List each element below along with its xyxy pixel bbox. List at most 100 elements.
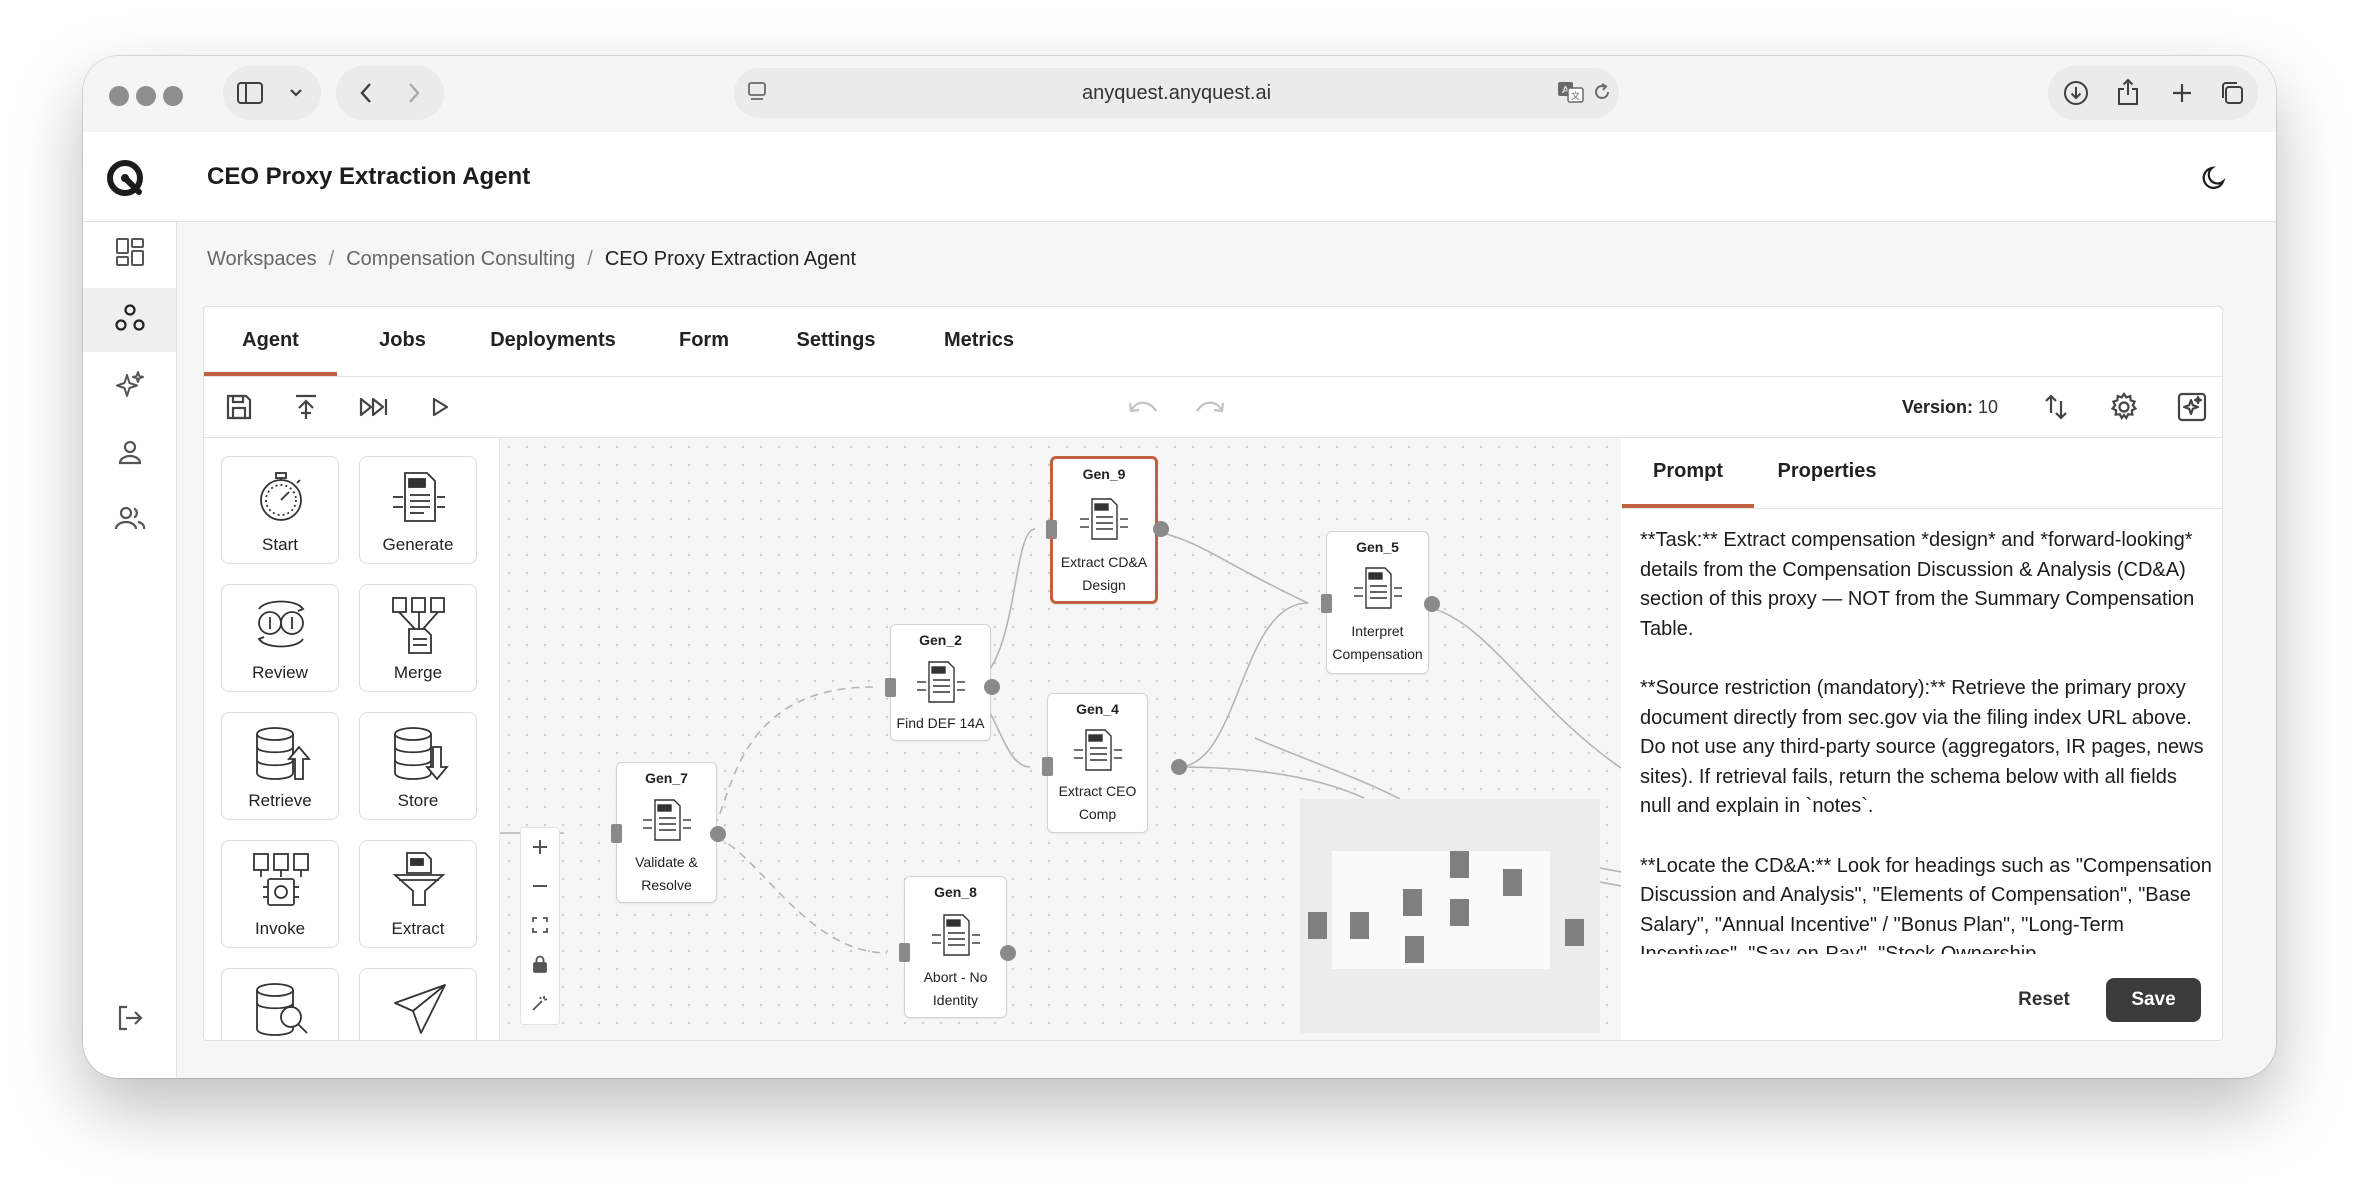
node-id: Gen_9 [1082,466,1126,482]
zoom-window-button[interactable] [163,86,183,106]
breadcrumb-separator: / [328,248,335,270]
sidebar-item-ai[interactable] [83,355,176,419]
sort-arrows-icon[interactable] [2038,389,2074,425]
workflow-node-gen-8[interactable]: Gen_8 Abort - No Identity [904,876,1007,1018]
node-output-handle[interactable] [1171,759,1187,775]
workflow-node-gen-9[interactable]: Gen_9 Extract CD&A Design [1050,456,1158,604]
reload-icon[interactable] [1590,80,1614,104]
tab-form[interactable]: Form [669,307,739,376]
breadcrumb: Workspaces / Compensation Consulting / CEO P… [207,248,856,271]
tab-bar: Agent Jobs Deployments Form Settings Met… [204,307,2222,377]
node-output-handle[interactable] [1153,521,1169,537]
sidebar-item-agents[interactable] [83,288,176,352]
tab-overview-icon[interactable] [2218,79,2246,107]
lock-icon[interactable] [521,945,559,983]
breadcrumb-workspaces[interactable]: Workspaces [207,248,317,270]
minimap-node [1503,869,1522,896]
undo-icon[interactable] [1125,389,1161,425]
magic-wand-icon[interactable] [521,984,559,1022]
sidebar-icon[interactable] [237,80,263,106]
sidebar-item-team[interactable] [83,488,176,552]
app-logo[interactable] [105,158,145,198]
palette-generate[interactable]: Generate [359,456,477,564]
palette-review[interactable]: Review [221,584,339,692]
main-content: Workspaces / Compensation Consulting / CEO P… [177,222,2276,1078]
sparkles-icon [114,369,146,406]
sidebar-item-dashboard[interactable] [83,222,176,286]
tab-metrics[interactable]: Metrics [934,307,1024,376]
node-output-handle[interactable] [984,679,1000,695]
node-input-handle[interactable] [1042,757,1053,776]
share-icon[interactable] [2114,77,2142,107]
save-icon[interactable] [221,389,257,425]
workflow-node-gen-7[interactable]: Gen_7 Validate & Resolve [616,762,717,903]
minimap-node [1565,919,1584,946]
run-icon[interactable] [422,389,458,425]
tab-prompt[interactable]: Prompt [1622,438,1754,508]
palette-store[interactable]: Store [359,712,477,820]
workflow-node-gen-5[interactable]: Gen_5 Interpret Compensation [1326,531,1429,674]
zoom-out-icon[interactable] [521,867,559,905]
run-all-icon[interactable] [355,389,391,425]
reset-button[interactable]: Reset [1998,978,2090,1022]
tab-deployments[interactable]: Deployments [489,307,617,376]
palette-invoke[interactable]: Invoke [221,840,339,948]
node-input-handle[interactable] [899,943,910,962]
tab-properties[interactable]: Properties [1762,438,1892,508]
sidebar-item-profile[interactable] [83,422,176,486]
node-output-handle[interactable] [1424,596,1440,612]
send-paper-plane-icon [394,984,446,1034]
sidebar-item-logout[interactable] [83,988,176,1052]
new-tab-icon[interactable] [2168,79,2196,107]
address-bar[interactable]: anyquest.anyquest.ai [734,68,1619,118]
ai-assistant-icon[interactable] [2174,389,2210,425]
palette-extract[interactable]: Extract [359,840,477,948]
palette-retrieve[interactable]: Retrieve [221,712,339,820]
node-label-line: Resolve [641,877,692,893]
workflow-canvas[interactable]: Gen_9 Extract CD&A Design Gen_5 Interpre… [500,438,1621,1040]
palette-start[interactable]: Start [221,456,339,564]
node-label-line: Find DEF 14A [896,715,985,731]
tab-agent[interactable]: Agent [204,307,337,376]
page-layout-icon[interactable] [745,80,769,104]
forward-arrow-icon[interactable] [400,79,428,107]
node-id: Gen_4 [1076,701,1119,717]
dark-mode-toggle-icon[interactable] [2199,162,2231,194]
dashboard-icon [115,237,145,272]
node-label-line: Extract CD&A [1060,554,1148,570]
palette-merge[interactable]: Merge [359,584,477,692]
tab-jobs[interactable]: Jobs [368,307,437,376]
node-id: Gen_2 [919,632,962,648]
minimize-window-button[interactable] [136,86,156,106]
publish-icon[interactable] [288,389,324,425]
canvas-minimap[interactable] [1300,799,1600,1033]
node-label-line: Comp [1078,806,1117,822]
workflow-node-gen-4[interactable]: Gen_4 Extract CEO Comp [1047,693,1148,833]
zoom-in-icon[interactable] [521,828,559,866]
gear-icon[interactable] [2106,389,2142,425]
save-button[interactable]: Save [2106,978,2201,1022]
minimap-node [1403,889,1422,916]
fit-view-icon[interactable] [521,906,559,944]
node-label-line: Design [1082,577,1126,593]
translate-icon[interactable]: A文 [1556,78,1586,106]
prompt-editor[interactable]: **Task:** Extract compensation *design* … [1640,526,2212,954]
workflow-node-gen-2[interactable]: Gen_2 Find DEF 14A [890,624,991,741]
back-arrow-icon[interactable] [352,79,380,107]
node-input-handle[interactable] [1046,520,1057,539]
download-icon[interactable] [2062,79,2090,107]
node-input-handle[interactable] [611,824,622,843]
node-input-handle[interactable] [1321,594,1332,613]
invoke-api-icon [253,853,309,906]
node-output-handle[interactable] [1000,945,1016,961]
redo-icon[interactable] [1192,389,1228,425]
palette-send[interactable] [359,968,477,1040]
breadcrumb-compensation-consulting[interactable]: Compensation Consulting [346,248,575,270]
palette-search-data[interactable] [221,968,339,1040]
close-window-button[interactable] [109,86,129,106]
tab-settings[interactable]: Settings [790,307,882,376]
palette-label: Invoke [254,919,306,938]
node-input-handle[interactable] [885,678,896,697]
chevron-down-icon[interactable] [283,80,309,106]
node-output-handle[interactable] [710,826,726,842]
